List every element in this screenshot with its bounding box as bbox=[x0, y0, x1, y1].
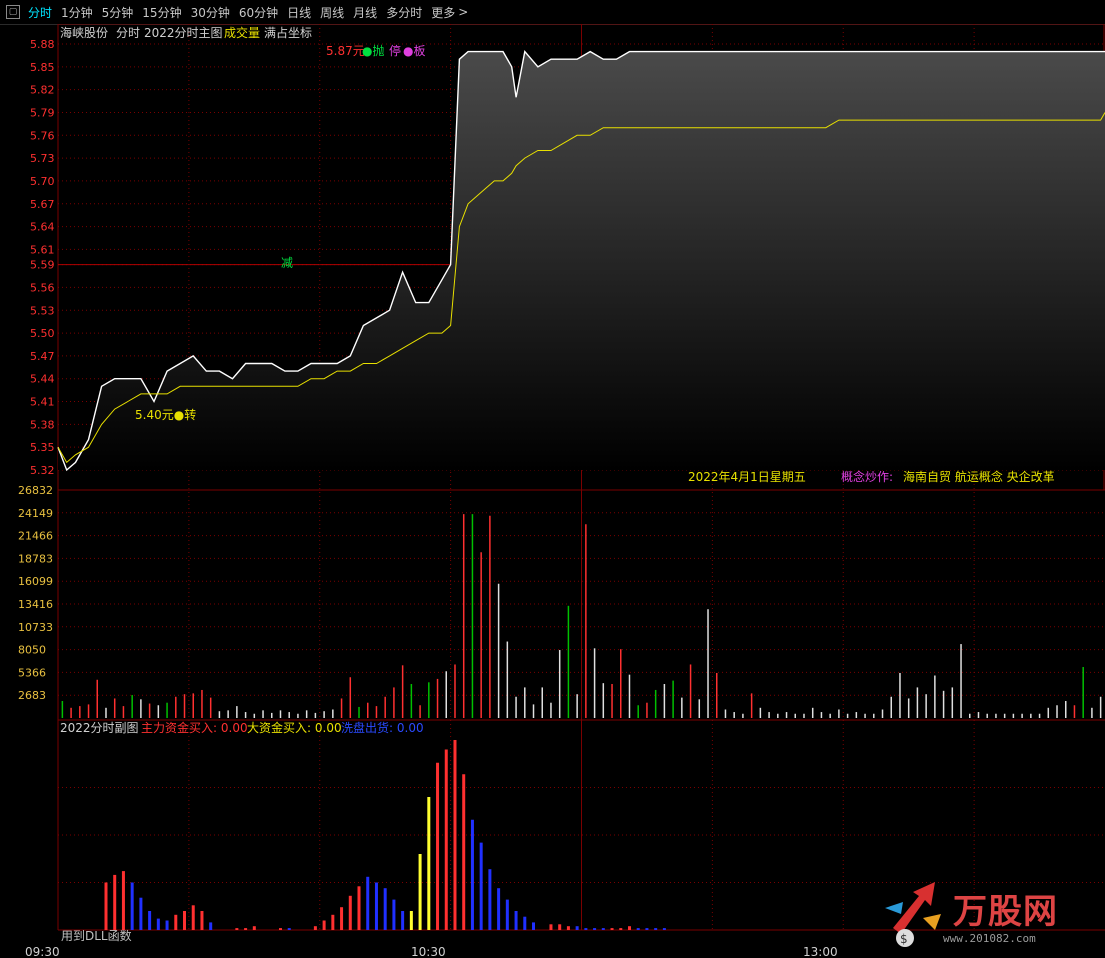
svg-text:$: $ bbox=[900, 932, 908, 946]
legend-main-buy: 主力资金买入: 0.00 bbox=[141, 720, 248, 735]
tab-15min[interactable]: 15分钟 bbox=[142, 4, 181, 21]
price-tick-label: 5.38 bbox=[30, 418, 55, 431]
volume-tick-label: 13416 bbox=[18, 598, 53, 611]
price-tick-label: 5.53 bbox=[30, 304, 55, 317]
price-tick-label: 5.79 bbox=[30, 106, 55, 119]
annotation-halt: 停 bbox=[389, 43, 401, 58]
tab-monthly[interactable]: 月线 bbox=[353, 4, 377, 21]
price-tick-label: 5.70 bbox=[30, 175, 55, 188]
price-tick-label: 5.44 bbox=[30, 373, 55, 386]
tab-daily[interactable]: 日线 bbox=[287, 4, 311, 21]
date-note: 2022年4月1日星期五 bbox=[688, 470, 806, 484]
main-indicator-name: 2022分时主图 bbox=[144, 26, 223, 40]
price-tick-label: 5.59 bbox=[30, 259, 55, 272]
price-tick-label: 5.85 bbox=[30, 61, 55, 74]
volume-tick-label: 8050 bbox=[18, 644, 46, 657]
price-tick-label: 5.82 bbox=[30, 84, 55, 97]
price-tick-label: 5.35 bbox=[30, 441, 55, 454]
tab-1min[interactable]: 1分钟 bbox=[61, 4, 93, 21]
chevron-right-icon[interactable]: > bbox=[458, 5, 468, 19]
tab-weekly[interactable]: 周线 bbox=[320, 4, 344, 21]
volume-tick-label: 24149 bbox=[18, 507, 53, 520]
tab-5min[interactable]: 5分钟 bbox=[102, 4, 134, 21]
annotation-board: ●板 bbox=[403, 44, 425, 58]
concept-label: 概念炒作: bbox=[841, 469, 893, 484]
price-tick-label: 5.41 bbox=[30, 396, 55, 409]
x-label-1300: 13:00 bbox=[803, 945, 838, 958]
legend-big-buy: 大资金买入: 0.00 bbox=[247, 720, 342, 735]
coordinate-mode[interactable]: 满占坐标 bbox=[264, 25, 312, 40]
price-tick-label: 5.88 bbox=[30, 38, 55, 51]
volume-toggle[interactable]: 成交量 bbox=[224, 25, 260, 40]
annotation-sell: ●抛 bbox=[362, 43, 384, 58]
tab-30min[interactable]: 30分钟 bbox=[191, 4, 230, 21]
sub-chart-title: 2022分时副图 bbox=[60, 721, 139, 735]
volume-tick-label: 26832 bbox=[18, 484, 53, 497]
period-tab-bar: ▢ 分时 1分钟 5分钟 15分钟 30分钟 60分钟 日线 周线 月线 多分时… bbox=[0, 0, 1105, 25]
tab-more[interactable]: 更多 bbox=[431, 4, 455, 21]
price-tick-label: 5.76 bbox=[30, 129, 55, 142]
stock-name: 海峡股份 bbox=[60, 25, 108, 40]
price-tick-label: 5.67 bbox=[30, 198, 55, 211]
window-menu-icon[interactable]: ▢ bbox=[6, 5, 20, 19]
price-tick-label: 5.47 bbox=[30, 350, 55, 363]
price-tick-label: 5.61 bbox=[30, 243, 55, 256]
annotation-turn: 5.40元●转 bbox=[135, 407, 196, 422]
annotation-peak-price: 5.87元 bbox=[326, 44, 365, 58]
tab-60min[interactable]: 60分钟 bbox=[239, 4, 278, 21]
price-tick-label: 5.32 bbox=[30, 464, 55, 477]
price-tick-label: 5.73 bbox=[30, 152, 55, 165]
tab-intraday[interactable]: 分时 bbox=[28, 4, 52, 21]
concept-list: 海南自贸 航运概念 央企改革 bbox=[903, 469, 1055, 484]
price-area-fill bbox=[58, 51, 1105, 470]
volume-tick-label: 2683 bbox=[18, 689, 46, 702]
brand-name: 万股网 bbox=[953, 892, 1058, 932]
price-tick-label: 5.56 bbox=[30, 281, 55, 294]
volume-tick-label: 21466 bbox=[18, 530, 53, 543]
price-tick-label: 5.50 bbox=[30, 327, 55, 340]
intraday-chart[interactable]: 5.88 5.85 5.82 5.79 5.76 5.73 5.70 5.67 5.64 5.61… bbox=[0, 24, 1105, 958]
x-label-1030: 10:30 bbox=[411, 945, 446, 958]
brand-watermark: $ 万股网 www.201082.com bbox=[883, 878, 1083, 950]
volume-tick-label: 10733 bbox=[18, 621, 53, 634]
volume-tick-label: 16099 bbox=[18, 575, 53, 588]
legend-wash-sell: 洗盘出货: 0.00 bbox=[341, 720, 424, 735]
volume-tick-label: 5366 bbox=[18, 666, 46, 679]
dll-function-label: 用到DLL函数 bbox=[61, 929, 132, 943]
brand-url: www.201082.com bbox=[943, 932, 1036, 945]
volume-tick-label: 18783 bbox=[18, 552, 53, 565]
tab-multi-intraday[interactable]: 多分时 bbox=[386, 4, 422, 21]
chart-mode: 分时 bbox=[116, 26, 140, 40]
annotation-reduce: 减 bbox=[281, 256, 293, 270]
price-tick-label: 5.64 bbox=[30, 221, 55, 234]
x-label-0930: 09:30 bbox=[25, 945, 60, 958]
